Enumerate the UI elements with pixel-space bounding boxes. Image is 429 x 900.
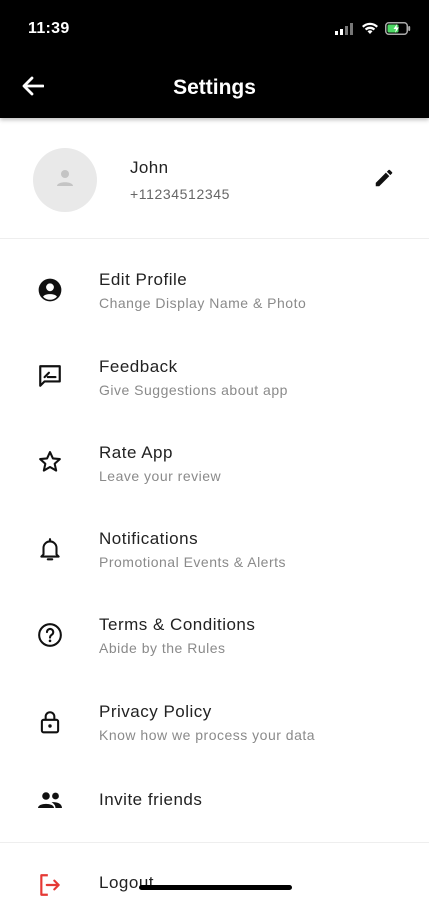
status-icons: [335, 22, 411, 40]
menu-item-invite-friends[interactable]: Invite friends: [0, 770, 429, 840]
menu-item-rate-app[interactable]: Rate App Leave your review: [0, 423, 429, 503]
help-circle-icon: [36, 621, 64, 649]
menu-item-label: Logout: [99, 873, 154, 892]
menu-item-subtitle: Abide by the Rules: [99, 640, 226, 656]
menu-item-subtitle: Know how we process your data: [99, 727, 316, 743]
profile-name: John: [130, 158, 169, 177]
menu-item-label: Notifications: [99, 529, 199, 548]
menu-item-subtitle: Leave your review: [99, 468, 222, 484]
menu-item-terms-conditions[interactable]: Terms & Conditions Abide by the Rules: [0, 596, 429, 676]
lock-icon: [36, 708, 64, 736]
page-title: Settings: [173, 76, 256, 99]
feedback-icon: [36, 362, 64, 390]
menu-item-label: Invite friends: [99, 790, 203, 809]
menu-item-subtitle: Promotional Events & Alerts: [99, 554, 287, 570]
avatar[interactable]: [33, 148, 97, 212]
menu-item-privacy-policy[interactable]: Privacy Policy Know how we process your …: [0, 683, 429, 763]
menu-item-notifications[interactable]: Notifications Promotional Events & Alert…: [0, 510, 429, 590]
settings-screen: 11:39 Settings John +11234512345 Edit Pr…: [0, 0, 429, 900]
status-time: 11:39: [28, 20, 70, 37]
app-bar: 11:39 Settings: [0, 0, 429, 118]
menu-item-feedback[interactable]: Feedback Give Suggestions about app: [0, 337, 429, 417]
person-placeholder-icon: [55, 168, 75, 193]
profile-phone: +11234512345: [130, 186, 230, 202]
menu-item-subtitle: Change Display Name & Photo: [99, 295, 307, 311]
menu-item-label: Privacy Policy: [99, 702, 212, 721]
profile-header: John +11234512345: [0, 118, 429, 239]
signal-icon: [335, 22, 355, 40]
battery-icon: [385, 22, 411, 40]
menu-item-label: Rate App: [99, 443, 173, 462]
logout-icon: [36, 871, 64, 899]
people-icon: [36, 786, 64, 814]
home-indicator: [139, 885, 292, 890]
account-circle-icon: [36, 276, 64, 304]
edit-profile-button[interactable]: [368, 164, 400, 196]
menu-item-edit-profile[interactable]: Edit Profile Change Display Name & Photo: [0, 250, 429, 330]
wifi-icon: [361, 22, 379, 40]
menu-item-label: Edit Profile: [99, 270, 188, 289]
star-outline-icon: [36, 448, 64, 476]
pencil-icon: [373, 167, 395, 194]
menu-item-label: Terms & Conditions: [99, 615, 256, 634]
menu-item-subtitle: Give Suggestions about app: [99, 382, 288, 398]
menu-item-label: Feedback: [99, 357, 178, 376]
bell-icon: [36, 535, 64, 563]
menu-item-logout[interactable]: Logout: [0, 843, 429, 900]
